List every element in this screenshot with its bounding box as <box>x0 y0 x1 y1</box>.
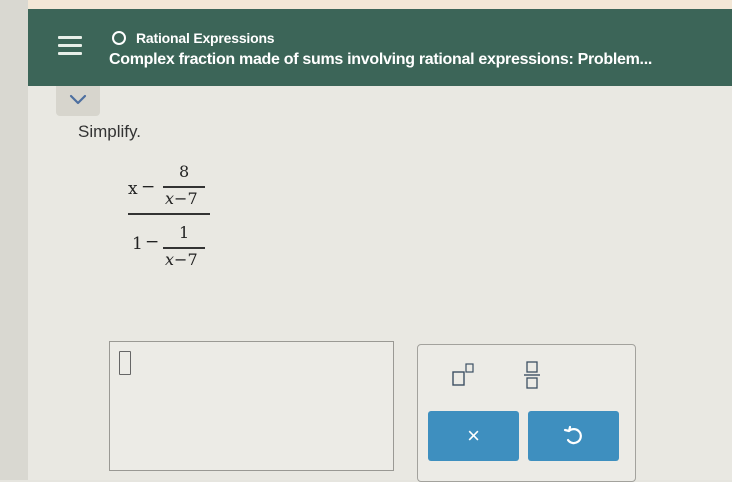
top-edge <box>0 0 732 9</box>
numerator-fraction-bottom: x−7 <box>165 189 198 208</box>
input-cursor-placeholder[interactable] <box>119 351 131 375</box>
numerator-fraction-bar <box>163 186 205 188</box>
fraction-template-icon <box>524 360 540 389</box>
denominator-operator: − <box>145 232 160 252</box>
hamburger-menu-icon[interactable] <box>58 36 82 58</box>
undo-icon <box>563 425 582 445</box>
left-edge <box>0 0 28 480</box>
fraction-template-button[interactable] <box>502 351 562 401</box>
topic-status-circle-icon <box>112 31 126 45</box>
math-keypad: × <box>417 344 636 482</box>
exponent-template-button[interactable] <box>432 351 492 401</box>
problem-header: Rational Expressions Complex fraction ma… <box>28 9 732 86</box>
topic-label: Rational Expressions <box>136 30 275 46</box>
undo-button[interactable] <box>528 411 619 461</box>
clear-button[interactable]: × <box>428 411 519 461</box>
main-fraction-bar <box>128 213 210 215</box>
answer-input[interactable] <box>109 341 394 471</box>
superscript-template-icon <box>452 362 474 386</box>
denominator-fraction-bottom: x−7 <box>165 250 198 269</box>
chevron-down-icon <box>69 94 87 105</box>
clear-x-icon: × <box>467 423 480 448</box>
numerator-lead: x <box>128 179 138 199</box>
denominator-fraction-bar <box>163 247 205 249</box>
numerator-operator: − <box>141 177 156 197</box>
collapse-tab[interactable] <box>56 86 100 116</box>
problem-title: Complex fraction made of sums involving … <box>109 51 652 68</box>
topic-row: Rational Expressions <box>112 29 275 47</box>
denominator-lead: 1 <box>132 234 143 254</box>
denominator-fraction-top: 1 <box>179 223 190 242</box>
instruction-text: Simplify. <box>78 122 141 141</box>
numerator-fraction-top: 8 <box>179 162 190 181</box>
